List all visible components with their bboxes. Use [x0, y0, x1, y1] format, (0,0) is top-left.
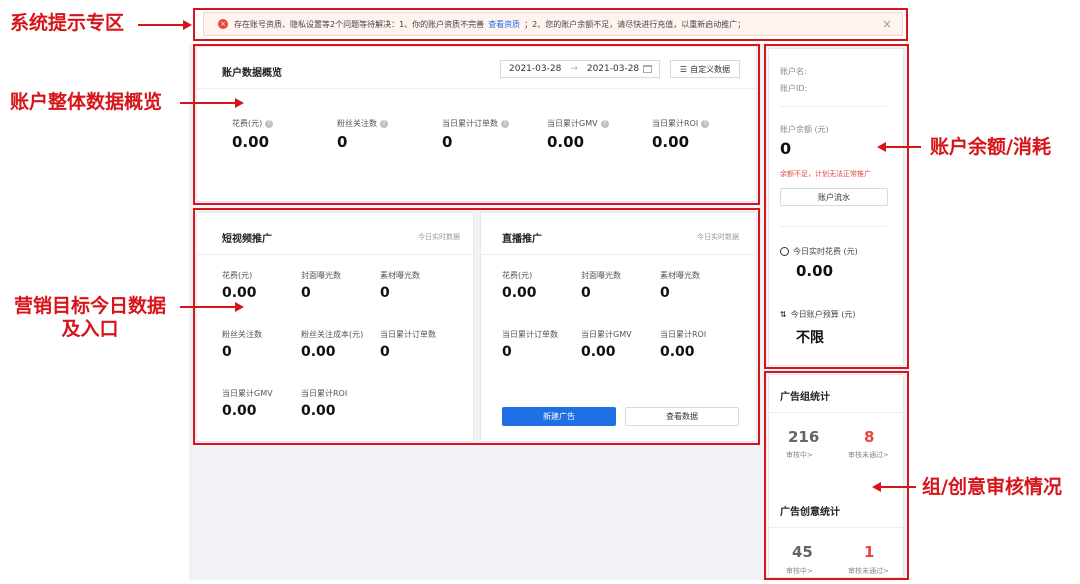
callout-arrow [180, 306, 236, 308]
review-highlight-box [764, 371, 909, 580]
callout-arrow [885, 146, 921, 148]
callout-arrow [880, 486, 916, 488]
callout-arrowhead [235, 98, 244, 108]
marketing-highlight-box [193, 208, 760, 445]
callout-arrow [180, 102, 236, 104]
overview-highlight-box [193, 44, 760, 205]
notice-highlight-box [193, 8, 908, 41]
callout-marketing: 营销目标今日数据 及入口 [14, 295, 166, 341]
callout-notice: 系统提示专区 [10, 12, 125, 34]
balance-highlight-box [764, 44, 909, 369]
callout-review: 组/创意审核情况 [922, 476, 1062, 498]
callout-overview: 账户整体数据概览 [10, 91, 163, 113]
callout-arrowhead [235, 302, 244, 312]
callout-marketing-line2: 及入口 [61, 317, 119, 340]
callout-balance: 账户余额/消耗 [930, 136, 1051, 158]
callout-marketing-line1: 营销目标今日数据 [14, 295, 167, 317]
callout-arrowhead [183, 20, 192, 30]
callout-arrow [138, 24, 184, 26]
